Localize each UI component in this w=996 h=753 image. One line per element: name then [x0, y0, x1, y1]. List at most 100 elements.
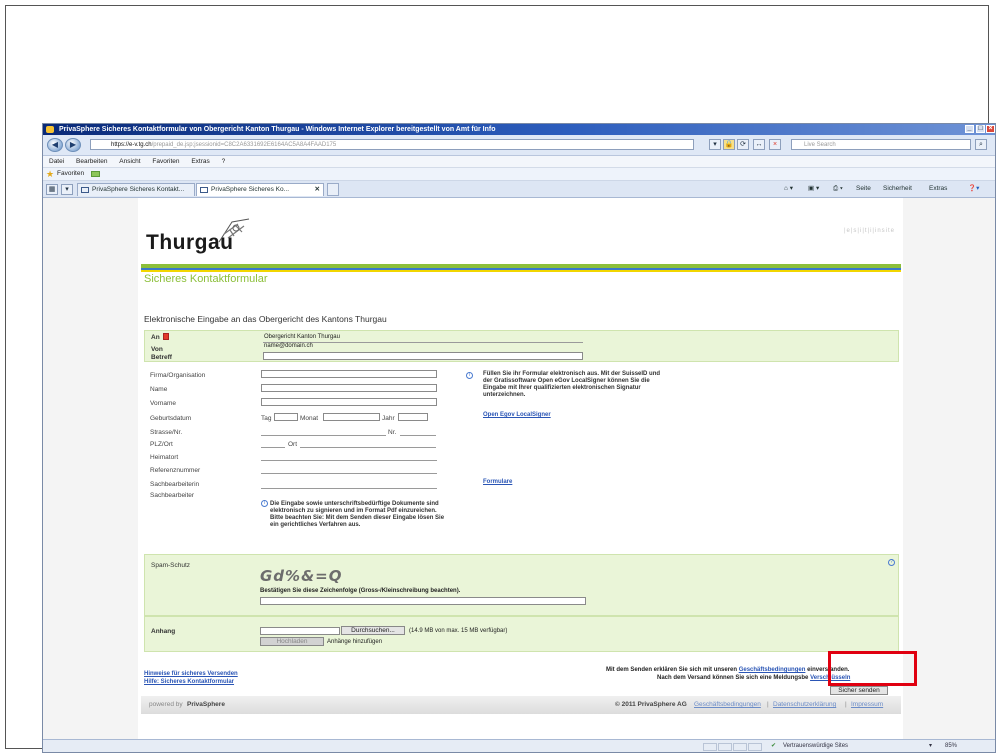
status-cell	[718, 743, 732, 751]
name-label: Name	[150, 386, 168, 393]
sachbearbeiterin-label: Sachbearbeiterin	[150, 481, 200, 488]
tag-input[interactable]	[274, 413, 298, 421]
hints-link[interactable]: Hinweise für sicheres Versenden	[144, 671, 238, 677]
localsigner-link[interactable]: Open Egov LocalSigner	[483, 412, 551, 418]
ort-input[interactable]	[300, 447, 436, 448]
upload-button[interactable]: Hochladen	[260, 637, 324, 646]
home-icon[interactable]: ⌂ ▾	[784, 184, 793, 194]
addressbook-icon[interactable]	[163, 333, 169, 340]
command-page[interactable]: Seite	[856, 184, 871, 194]
strasse-input[interactable]	[261, 435, 386, 436]
menu-bar: Datei Bearbeiten Ansicht Favoriten Extra…	[43, 156, 995, 168]
forward-icon[interactable]: ▶	[65, 138, 81, 152]
print-icon[interactable]: ⎙ ▾	[833, 184, 843, 194]
menu-extras[interactable]: Extras	[191, 158, 209, 165]
captcha-image: Gd%&=Q	[260, 567, 343, 585]
refresh-icon[interactable]: ⟳	[737, 139, 749, 150]
legal-line-1: Mit dem Senden erklären Sie sich mit uns…	[606, 667, 849, 673]
attachment-box: Anhang Durchsuchen... (14.9 MB von max. …	[144, 616, 899, 652]
von-value: name@domain.ch	[264, 343, 313, 349]
window-title: PrivaSphere Sicheres Kontaktformular von…	[59, 126, 496, 133]
go-icon[interactable]: ↔	[753, 139, 765, 150]
dropdown-icon[interactable]: ▾	[709, 139, 721, 150]
betreff-label: Betreff	[151, 354, 172, 361]
copyright-text: © 2011 PrivaSphere AG	[615, 701, 687, 708]
lock-icon[interactable]: 🔒	[723, 139, 735, 150]
favorites-star-icon[interactable]: ★	[46, 170, 54, 179]
tab-kontaktformular-2[interactable]: PrivaSphere Sicheres Ko... ✕	[196, 183, 324, 196]
privasphere-brand: PrivaSphere	[187, 701, 225, 708]
url-path: /prepaid_de.jsp;jsessionid=C8C2A6331692E…	[151, 142, 337, 148]
heimatort-input[interactable]	[261, 460, 437, 461]
tab-kontaktformular-1[interactable]: PrivaSphere Sicheres Kontakt...	[77, 183, 195, 196]
command-extras[interactable]: Extras	[929, 184, 947, 194]
upload-note: Die Eingabe sowie unterschriftsbedürftig…	[270, 501, 445, 528]
sachbearbeiter-input[interactable]	[261, 488, 437, 489]
status-bar: ✔ Vertrauenswürdige Sites ▾ 85%	[43, 739, 995, 752]
feeds-icon[interactable]: ▣ ▾	[808, 184, 819, 194]
tab-label: PrivaSphere Sicheres Ko...	[211, 186, 290, 193]
status-cell	[703, 743, 717, 751]
brand-links: |e|s|i|t|i|insite	[843, 228, 895, 234]
file-path-input[interactable]	[260, 627, 340, 635]
plz-input[interactable]	[261, 447, 285, 448]
tab-label: PrivaSphere Sicheres Kontakt...	[92, 186, 185, 193]
quick-tabs-icon[interactable]: ▦	[46, 184, 58, 195]
stop-icon[interactable]: ×	[769, 139, 781, 150]
nr-input[interactable]	[400, 435, 436, 436]
tab-list-icon[interactable]: ▾	[61, 184, 73, 195]
signature-note: Füllen Sie ihr Formular elektronisch aus…	[483, 371, 661, 398]
powered-by-text: powered by	[149, 701, 183, 708]
url-domain: e-v.tg.ch	[129, 142, 152, 148]
footer-imprint-link[interactable]: Impressum	[851, 696, 883, 714]
monat-input[interactable]	[323, 413, 380, 421]
add-attachments-label: Anhänge hinzufügen	[327, 639, 383, 645]
jahr-label: Jahr	[382, 415, 395, 422]
command-safety[interactable]: Sicherheit	[883, 184, 912, 194]
menu-datei[interactable]: Datei	[49, 158, 64, 165]
protected-mode-icon[interactable]: ▾	[929, 740, 932, 752]
browse-button[interactable]: Durchsuchen...	[341, 626, 405, 635]
betreff-input[interactable]	[263, 352, 583, 360]
von-label: Von	[151, 346, 163, 353]
search-icon[interactable]: ⌕	[975, 139, 987, 150]
search-input[interactable]: Live Search	[791, 139, 971, 150]
firma-input[interactable]	[261, 370, 437, 378]
menu-help[interactable]: ?	[222, 158, 226, 165]
an-label: An	[151, 334, 160, 341]
menu-ansicht[interactable]: Ansicht	[119, 158, 140, 165]
referenz-input[interactable]	[261, 473, 437, 474]
footer-terms-link[interactable]: Geschäftsbedingungen	[694, 696, 761, 714]
close-icon[interactable]: ×	[986, 125, 995, 133]
jahr-input[interactable]	[398, 413, 428, 421]
vorname-input[interactable]	[261, 398, 437, 406]
form-heading: Elektronische Eingabe an das Obergericht…	[144, 314, 387, 324]
menu-favoriten[interactable]: Favoriten	[152, 158, 179, 165]
terms-link[interactable]: Geschäftsbedingungen	[739, 667, 806, 673]
maximize-icon[interactable]: □	[976, 125, 985, 133]
page-icon	[200, 187, 208, 193]
send-button-highlight	[828, 651, 917, 686]
minimize-icon[interactable]: _	[965, 125, 974, 133]
footer-privacy-link[interactable]: Datenschutzerklärung	[773, 696, 836, 714]
add-favorite-icon[interactable]	[91, 171, 100, 177]
tab-close-icon[interactable]: ✕	[315, 184, 320, 196]
send-button[interactable]: Sicher senden	[830, 686, 888, 695]
url-field[interactable]: https://e-v.tg.ch/prepaid_de.jsp;jsessio…	[90, 139, 694, 150]
page-icon	[81, 187, 89, 193]
new-tab-button[interactable]	[327, 183, 339, 196]
name-input[interactable]	[261, 384, 437, 392]
help-icon[interactable]: ?	[888, 559, 895, 566]
formulare-link[interactable]: Formulare	[483, 479, 512, 485]
captcha-input[interactable]	[260, 597, 586, 605]
sachbearbeiter-label: Sachbearbeiter	[150, 492, 195, 499]
page-subtitle: Sicheres Kontaktformular	[144, 273, 268, 285]
info-icon: i	[261, 500, 268, 507]
favorites-button[interactable]: Favoriten	[57, 168, 84, 180]
zoom-level[interactable]: 85%	[945, 740, 957, 752]
back-icon[interactable]: ◀	[47, 138, 63, 152]
help-icon[interactable]: ❓▾	[968, 184, 979, 194]
menu-bearbeiten[interactable]: Bearbeiten	[76, 158, 107, 165]
ie-logo-icon	[46, 126, 54, 133]
help-link[interactable]: Hilfe: Sicheres Kontaktformular	[144, 679, 234, 685]
